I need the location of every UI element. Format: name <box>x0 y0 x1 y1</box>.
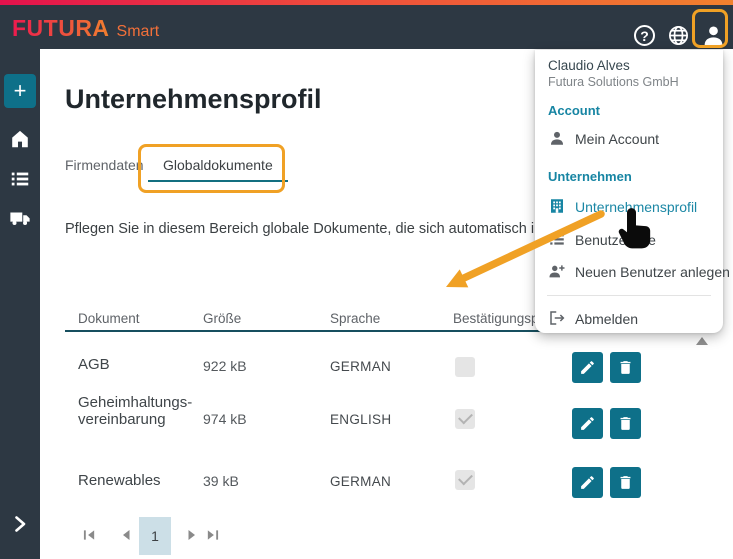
list-icon[interactable] <box>9 168 31 195</box>
globe-icon[interactable] <box>667 24 690 52</box>
tab-globaldokumente[interactable]: Globaldokumente <box>163 157 273 173</box>
brand-name: FUTURA <box>12 15 110 42</box>
edit-document-button[interactable] <box>572 352 603 383</box>
document-name: Geheimhaltungs- vereinbarung <box>78 394 192 428</box>
confirmation-checkbox[interactable] <box>455 357 475 377</box>
brand-suffix: Smart <box>117 23 160 40</box>
tab-firmendaten[interactable]: Firmendaten <box>65 157 144 173</box>
user-name: Claudio Alves <box>548 58 630 73</box>
menu-section-unternehmen: Unternehmen <box>548 169 632 184</box>
edit-document-button[interactable] <box>572 467 603 498</box>
logout-icon <box>548 309 566 332</box>
menu-item-mein-account[interactable]: Mein Account <box>535 128 723 152</box>
document-language: GERMAN <box>330 474 391 489</box>
user-company: Futura Solutions GmbH <box>548 75 679 89</box>
scroll-up-icon[interactable] <box>696 337 708 345</box>
document-size: 39 kB <box>203 473 239 489</box>
document-language: ENGLISH <box>330 412 391 427</box>
menu-item-neuen-benutzer-anlegen[interactable]: Neuen Benutzer anlegen <box>535 261 723 285</box>
menu-item-label: Abmelden <box>575 311 638 327</box>
user-list-icon <box>548 230 566 253</box>
pagination-prev-icon[interactable] <box>120 528 132 546</box>
person-add-icon <box>548 262 566 285</box>
page-title: Unternehmensprofil <box>65 84 322 115</box>
menu-item-abmelden[interactable]: Abmelden <box>535 308 723 332</box>
confirmation-checkbox[interactable] <box>455 470 475 490</box>
column-header-sprache: Sprache <box>330 311 380 326</box>
pagination-first-icon[interactable] <box>83 528 96 546</box>
sidebar: + <box>0 49 40 559</box>
pagination-next-icon[interactable] <box>186 528 198 546</box>
sidebar-expand-icon[interactable] <box>8 512 32 541</box>
brand-logo: FUTURA Smart <box>12 15 159 42</box>
column-header-groesse: Größe <box>203 311 241 326</box>
confirmation-checkbox[interactable] <box>455 409 475 429</box>
document-language: GERMAN <box>330 359 391 374</box>
menu-item-benutzerliste[interactable]: Benutzerliste <box>535 229 723 253</box>
app-window: FUTURA Smart ? + Unternehmensprofil Firme… <box>0 0 733 559</box>
document-name: AGB <box>78 356 110 373</box>
delete-document-button[interactable] <box>610 467 641 498</box>
menu-item-label: Mein Account <box>575 131 659 147</box>
delete-document-button[interactable] <box>610 408 641 439</box>
document-size: 974 kB <box>203 411 247 427</box>
pagination-page-1[interactable]: 1 <box>139 517 171 555</box>
add-button[interactable]: + <box>4 74 36 108</box>
person-icon <box>548 129 566 152</box>
app-header: FUTURA Smart ? <box>0 5 733 49</box>
edit-document-button[interactable] <box>572 408 603 439</box>
menu-item-label: Unternehmensprofil <box>575 199 697 215</box>
section-description: Pflegen Sie in diesem Bereich globale Do… <box>65 221 605 237</box>
column-header-bestaetigung: Bestätigungsp <box>453 311 539 326</box>
truck-icon[interactable] <box>9 207 31 234</box>
pagination-last-icon[interactable] <box>206 528 219 546</box>
menu-item-label: Benutzerliste <box>575 232 656 248</box>
menu-item-label: Neuen Benutzer anlegen <box>575 264 730 280</box>
home-icon[interactable] <box>9 128 31 155</box>
user-menu-dropdown: Claudio Alves Futura Solutions GmbH Acco… <box>535 50 723 333</box>
building-icon <box>548 197 566 220</box>
column-header-dokument: Dokument <box>78 311 140 326</box>
document-size: 922 kB <box>203 358 247 374</box>
help-icon[interactable]: ? <box>634 25 655 46</box>
menu-divider <box>547 295 711 296</box>
menu-item-unternehmensprofil[interactable]: Unternehmensprofil <box>535 196 723 220</box>
menu-section-account: Account <box>548 103 600 118</box>
account-avatar-icon[interactable] <box>701 23 726 53</box>
document-name: Renewables <box>78 472 161 489</box>
delete-document-button[interactable] <box>610 352 641 383</box>
